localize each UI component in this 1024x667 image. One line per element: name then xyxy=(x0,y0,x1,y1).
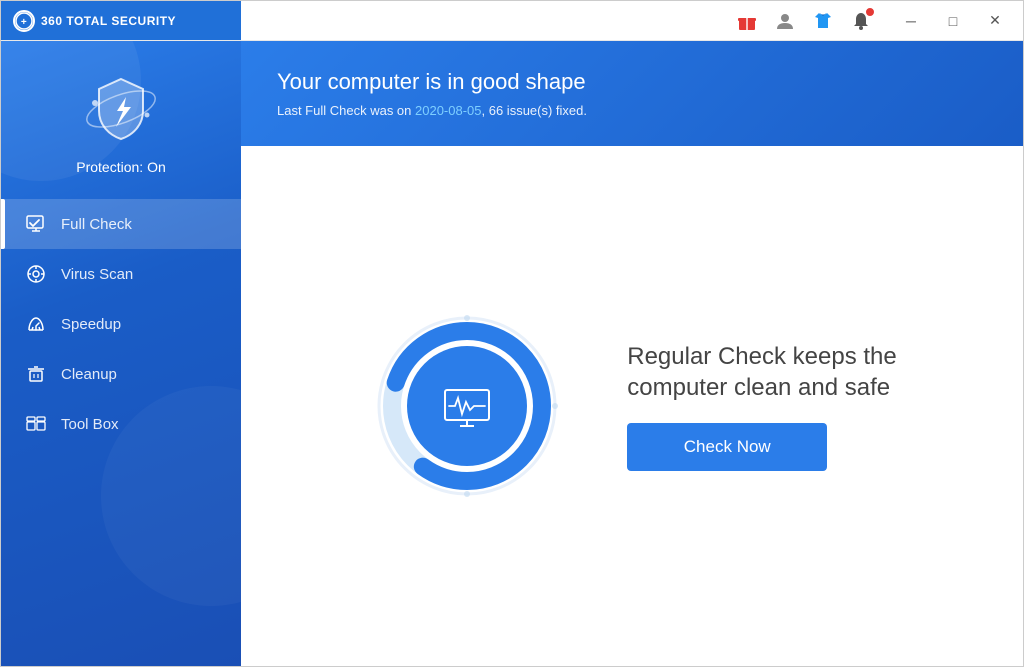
window-controls: ─ □ ✕ xyxy=(891,5,1015,37)
nav-item-virus-scan[interactable]: Virus Scan xyxy=(1,249,241,299)
svg-text:+: + xyxy=(21,17,27,28)
toolbox-icon xyxy=(25,413,47,435)
sidebar: Protection: On Full Check xyxy=(1,41,241,666)
app-logo: + 360 TOTAL SECURITY xyxy=(13,10,176,32)
app-title: 360 TOTAL SECURITY xyxy=(41,14,176,28)
close-button[interactable]: ✕ xyxy=(975,5,1015,37)
speedup-icon xyxy=(25,313,47,335)
virus-scan-icon xyxy=(25,263,47,285)
nav-item-cleanup[interactable]: Cleanup xyxy=(1,349,241,399)
donut-chart xyxy=(367,306,567,506)
nav-label-speedup: Speedup xyxy=(61,316,121,333)
cta-text: Regular Check keeps thecomputer clean an… xyxy=(627,341,896,403)
protection-status: Protection: On xyxy=(76,159,166,175)
skin-icon[interactable] xyxy=(807,5,839,37)
nav-label-tool-box: Tool Box xyxy=(61,416,119,433)
nav-item-full-check[interactable]: Full Check xyxy=(1,199,241,249)
content-header: Your computer is in good shape Last Full… xyxy=(241,41,1023,146)
nav-label-full-check: Full Check xyxy=(61,216,132,233)
notification-badge xyxy=(865,7,875,17)
cleanup-icon xyxy=(25,363,47,385)
titlebar-left: + 360 TOTAL SECURITY xyxy=(1,1,241,40)
shield-icon xyxy=(81,69,161,149)
nav-item-speedup[interactable]: Speedup xyxy=(1,299,241,349)
sidebar-logo-area: Protection: On xyxy=(1,41,241,195)
sidebar-nav: Full Check Virus Scan xyxy=(1,199,241,449)
nav-label-virus-scan: Virus Scan xyxy=(61,266,133,283)
header-title: Your computer is in good shape xyxy=(277,69,987,95)
titlebar-right: ─ □ ✕ xyxy=(731,5,1023,37)
maximize-button[interactable]: □ xyxy=(933,5,973,37)
header-subtitle: Last Full Check was on 2020-08-05, 66 is… xyxy=(277,103,987,118)
cta-section: Regular Check keeps thecomputer clean an… xyxy=(627,341,896,471)
subtitle-prefix: Last Full Check was on xyxy=(277,103,415,118)
gift-icon[interactable] xyxy=(731,5,763,37)
notification-icon[interactable] xyxy=(845,5,877,37)
logo-icon: + xyxy=(13,10,35,32)
full-check-icon xyxy=(25,213,47,235)
check-now-button[interactable]: Check Now xyxy=(627,423,827,471)
main-layout: Protection: On Full Check xyxy=(1,41,1023,666)
content-body: Regular Check keeps thecomputer clean an… xyxy=(241,146,1023,666)
nav-item-tool-box[interactable]: Tool Box xyxy=(1,399,241,449)
header-date: 2020-08-05 xyxy=(415,103,482,118)
titlebar: + 360 TOTAL SECURITY xyxy=(1,1,1023,41)
minimize-button[interactable]: ─ xyxy=(891,5,931,37)
app-window: + 360 TOTAL SECURITY xyxy=(0,0,1024,667)
content-area: Your computer is in good shape Last Full… xyxy=(241,41,1023,666)
subtitle-suffix: , 66 issue(s) fixed. xyxy=(482,103,588,118)
profile-icon[interactable] xyxy=(769,5,801,37)
nav-label-cleanup: Cleanup xyxy=(61,366,117,383)
